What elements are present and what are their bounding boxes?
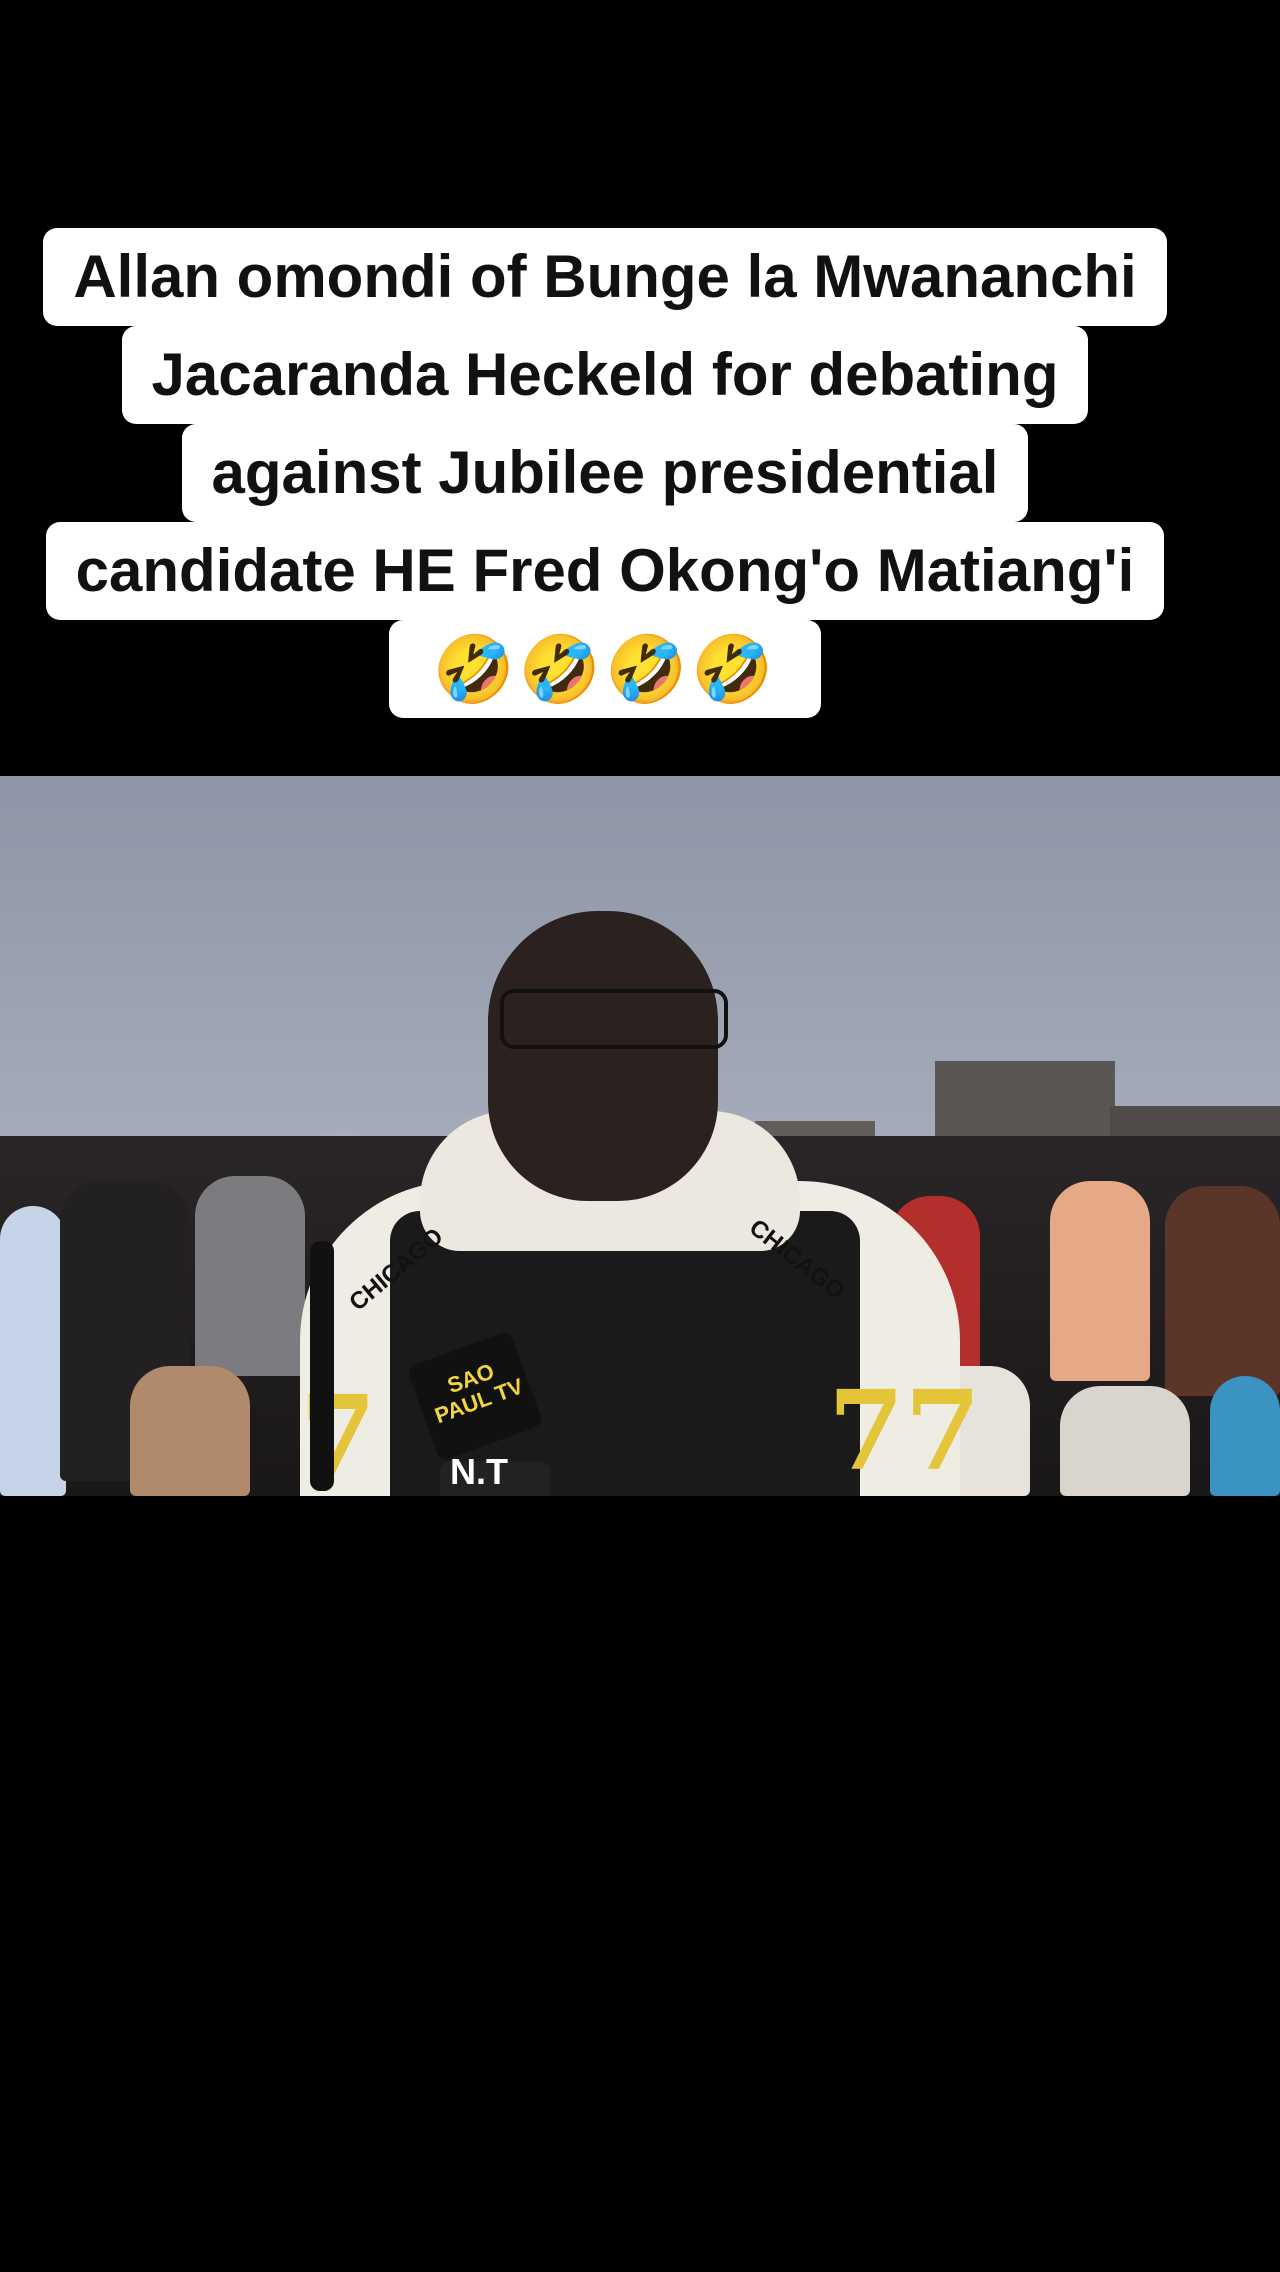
crowd-person — [195, 1176, 305, 1376]
caption-line-text: Jacaranda Heckeld for debating — [121, 326, 1089, 424]
crowd-person — [1165, 1186, 1280, 1396]
speaker: CHICAGO CHICAGO 7 77 SAO PAUL TV N.T — [300, 911, 981, 1496]
mic-logo: N.T — [450, 1451, 508, 1492]
caption-line-text: against Jubilee presidential — [181, 424, 1029, 522]
speaker-head — [488, 911, 718, 1201]
crowd-person — [0, 1206, 66, 1496]
crowd-person — [1060, 1386, 1190, 1496]
video-caption: Allan omondi of Bunge la Mwananchi Jacar… — [0, 228, 1210, 718]
crowd-person — [1210, 1376, 1280, 1496]
microphone-icon — [310, 1241, 334, 1491]
caption-line-text: Allan omondi of Bunge la Mwananchi — [43, 228, 1167, 326]
caption-line: against Jubilee presidential — [0, 424, 1210, 522]
caption-emoji-line: 🤣🤣🤣🤣 — [0, 620, 1210, 718]
crowd-person — [130, 1366, 250, 1496]
caption-emoji-text: 🤣🤣🤣🤣 — [388, 620, 822, 718]
hoodie-number-right: 77 — [828, 1366, 982, 1495]
caption-line: Jacaranda Heckeld for debating — [0, 326, 1210, 424]
caption-line-text: candidate HE Fred Okong'o Matiang'i — [45, 522, 1165, 620]
video-post-page: Allan omondi of Bunge la Mwananchi Jacar… — [0, 0, 1280, 2272]
caption-line: candidate HE Fred Okong'o Matiang'i — [0, 522, 1210, 620]
crowd-person — [1050, 1181, 1150, 1381]
caption-line: Allan omondi of Bunge la Mwananchi — [0, 228, 1210, 326]
video-frame[interactable]: CHICAGO CHICAGO 7 77 SAO PAUL TV N.T — [0, 776, 1280, 1496]
glasses-icon — [500, 989, 728, 1049]
